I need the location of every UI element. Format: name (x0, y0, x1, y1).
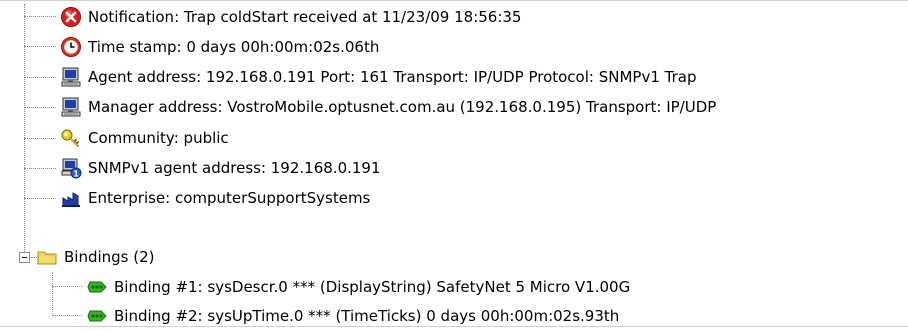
tree-item-label: Agent address: 192.168.0.191 Port: 161 T… (88, 68, 697, 86)
agent-computer-icon: 1 (60, 157, 82, 179)
folder-icon (36, 246, 58, 268)
computer-icon (60, 96, 82, 118)
tree-connector (52, 286, 82, 287)
tree-item-community[interactable]: Community: public (60, 123, 229, 153)
svg-text:1: 1 (73, 170, 79, 179)
tree-item-notification[interactable]: Notification: Trap coldStart received at… (60, 2, 521, 32)
error-icon (60, 6, 82, 28)
tree-connector (52, 315, 82, 316)
tree-item-label: Time stamp: 0 days 00h:00m:02s.06th (88, 38, 380, 56)
key-icon (60, 127, 82, 149)
tree-item-label: Bindings (2) (64, 248, 155, 266)
binding-icon (86, 276, 108, 298)
tree-connector (24, 168, 56, 169)
tree-item-label: Manager address: VostroMobile.optusnet.c… (88, 98, 717, 116)
collapse-toggle-bindings[interactable] (19, 252, 30, 263)
enterprise-icon (60, 187, 82, 209)
tree-item-label: Enterprise: computerSupportSystems (88, 189, 371, 207)
clock-icon (60, 36, 82, 58)
tree-item-bindings[interactable]: Bindings (2) (36, 242, 155, 272)
tree-connector (24, 77, 56, 78)
tree-item-label: Binding #1: sysDescr.0 *** (DisplayStrin… (114, 278, 631, 296)
tree-item-snmpv1-agent-address[interactable]: 1 SNMPv1 agent address: 192.168.0.191 (60, 153, 381, 183)
tree-connector (24, 16, 56, 17)
tree-connector (24, 198, 56, 199)
tree-item-label: Community: public (88, 129, 229, 147)
tree-item-enterprise[interactable]: Enterprise: computerSupportSystems (60, 183, 370, 213)
tree-connector (52, 272, 53, 316)
tree-item-label: Notification: Trap coldStart received at… (88, 8, 522, 26)
tree-item-binding-1[interactable]: Binding #1: sysDescr.0 *** (DisplayStrin… (86, 272, 630, 302)
tree-item-agent-address[interactable]: Agent address: 192.168.0.191 Port: 161 T… (60, 62, 696, 92)
tree-connector (24, 107, 56, 108)
tree-item-label: Binding #2: sysUpTime.0 *** (TimeTicks) … (114, 307, 620, 325)
binding-icon (86, 305, 108, 327)
tree-connector (24, 4, 25, 258)
tree-item-label: SNMPv1 agent address: 192.168.0.191 (88, 159, 381, 177)
tree-connector (24, 46, 56, 47)
tree-item-time-stamp[interactable]: Time stamp: 0 days 00h:00m:02s.06th (60, 32, 379, 62)
computer-icon (60, 66, 82, 88)
trap-details-tree[interactable]: Notification: Trap coldStart received at… (0, 0, 908, 327)
tree-connector (24, 138, 56, 139)
tree-item-manager-address[interactable]: Manager address: VostroMobile.optusnet.c… (60, 92, 716, 122)
